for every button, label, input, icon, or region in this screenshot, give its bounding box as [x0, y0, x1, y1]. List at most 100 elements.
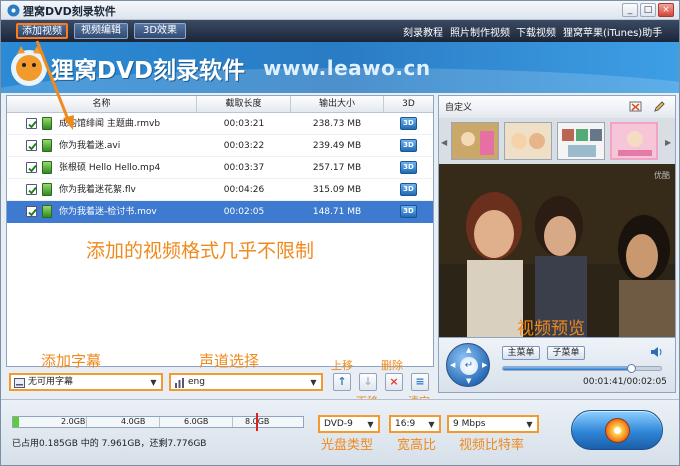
capacity-tick: 6.0GB [184, 417, 209, 426]
row-checkbox[interactable] [26, 118, 37, 129]
disc-type-value: DVD-9 [324, 419, 353, 429]
delete-button[interactable]: × [385, 373, 403, 391]
template-thumb-2[interactable] [504, 122, 552, 160]
scroll-right-icon[interactable]: ▶ [665, 138, 671, 147]
banner: 狸窝DVD刻录软件 www.leawo.cn [1, 42, 679, 93]
scroll-left-icon[interactable]: ◀ [441, 138, 447, 147]
maximize-button[interactable]: □ [640, 3, 656, 17]
volume-icon[interactable] [650, 346, 663, 358]
app-window: 狸窝DVD刻录软件 _ □ × 添加视频 视频编辑 3D效果 刻录教程 照片制作… [0, 0, 680, 466]
tab-add-video[interactable]: 添加视频 [16, 23, 68, 39]
file-name: 你为我着迷-检讨书.mov [59, 207, 157, 217]
video-file-icon [42, 139, 52, 152]
video-preview: 优酷 视频预览 [439, 164, 675, 340]
clear-button[interactable]: ≡ [411, 373, 429, 391]
3d-effect-icon[interactable]: 3D [400, 205, 417, 218]
move-up-button[interactable]: ↑ [333, 373, 351, 391]
template-name[interactable]: 自定义 [445, 100, 472, 113]
3d-effect-icon[interactable]: 3D [400, 161, 417, 174]
row-checkbox[interactable] [26, 162, 37, 173]
aspect-ratio-select[interactable]: 16:9 ▼ [389, 415, 441, 433]
table-row[interactable]: 你为我着迷.avi 00:03:22 239.49 MB 3D [7, 135, 433, 157]
chevron-down-icon: ▼ [150, 378, 157, 387]
chevron-down-icon: ▼ [526, 420, 533, 429]
app-logo-icon [7, 4, 20, 17]
close-button[interactable]: × [658, 3, 674, 17]
link-itunes-helper[interactable]: 狸窝苹果(iTunes)助手 [563, 24, 662, 39]
disc-burn-icon [605, 418, 630, 443]
bitrate-annotation: 视频比特率 [459, 438, 525, 453]
table-row[interactable]: 你为我着迷-检讨书.mov 00:02:05 148.71 MB 3D [7, 201, 433, 223]
chevron-down-icon: ▼ [367, 420, 374, 429]
bitrate-select[interactable]: 9 Mbps ▼ [447, 415, 539, 433]
audio-value: eng [188, 377, 205, 387]
navigation-pad[interactable]: ↵ ▲ ▼ ◀ ▶ [446, 343, 490, 387]
seek-handle[interactable] [627, 364, 636, 373]
col-name[interactable]: 名称 [7, 96, 197, 112]
link-photo-video[interactable]: 照片制作视频 [450, 24, 510, 39]
col-size[interactable]: 输出大小 [291, 96, 384, 112]
move-down-button[interactable]: ↓ [359, 373, 377, 391]
table-row[interactable]: 张根硕 Hello Hello.mp4 00:03:37 257.17 MB 3D [7, 157, 433, 179]
subtitle-icon [14, 378, 25, 388]
move-up-annotation: 上移 [331, 359, 353, 372]
video-file-icon [42, 161, 52, 174]
template-thumb-3[interactable] [557, 122, 605, 160]
file-duration: 00:02:05 [223, 207, 265, 217]
subtitle-value: 无可用字幕 [28, 377, 74, 387]
preview-panel: 自定义 ◀ ▶ 优酷 视频预览 [438, 95, 676, 367]
3d-effect-icon[interactable]: 3D [400, 183, 417, 196]
capacity-info: 已占用0.185GB 中的 7.961GB，还剩7.776GB [12, 439, 207, 449]
sub-menu-button[interactable]: 子菜单 [547, 346, 585, 360]
nav-right-icon[interactable]: ▶ [482, 361, 487, 369]
capacity-tick: 4.0GB [121, 417, 146, 426]
file-size: 315.09 MB [312, 185, 362, 195]
time-display: 00:01:41/00:02:05 [583, 377, 667, 387]
seek-slider[interactable] [502, 364, 662, 373]
3d-effect-icon[interactable]: 3D [400, 139, 417, 152]
row-checkbox[interactable] [26, 140, 37, 151]
table-row[interactable]: 你为我着迷花絮.flv 00:04:26 315.09 MB 3D [7, 179, 433, 201]
chevron-down-icon: ▼ [310, 378, 317, 387]
file-name: 你为我着迷花絮.flv [59, 185, 136, 195]
row-checkbox[interactable] [26, 184, 37, 195]
bottom-bar: 2.0GB 4.0GB 6.0GB 8.0GB 已占用0.185GB 中的 7.… [1, 399, 679, 465]
delete-annotation: 删除 [381, 359, 403, 372]
link-download-video[interactable]: 下载视频 [516, 24, 556, 39]
table-row[interactable]: 成均馆绯闻 主题曲.rmvb 00:03:21 238.73 MB 3D [7, 113, 433, 135]
disc-type-annotation: 光盘类型 [321, 438, 374, 453]
file-size: 257.17 MB [312, 163, 362, 173]
video-file-icon [42, 117, 52, 130]
tab-video-edit[interactable]: 视频编辑 [74, 23, 128, 39]
nav-up-icon[interactable]: ▲ [466, 346, 471, 354]
enter-icon[interactable]: ↵ [460, 357, 478, 375]
template-thumb-4[interactable] [610, 122, 658, 160]
remove-template-icon[interactable] [629, 100, 642, 113]
col-3d[interactable]: 3D [384, 96, 433, 112]
nav-down-icon[interactable]: ▼ [466, 377, 471, 385]
nav-left-icon[interactable]: ◀ [450, 361, 455, 369]
tab-3d-effect[interactable]: 3D效果 [134, 23, 186, 39]
3d-effect-icon[interactable]: 3D [400, 117, 417, 130]
capacity-limit-marker [256, 413, 258, 431]
burn-button[interactable] [571, 410, 663, 450]
banner-title: 狸窝DVD刻录软件 [51, 58, 245, 84]
subtitle-annotation: 添加字幕 [41, 352, 102, 370]
title-bar: 狸窝DVD刻录软件 _ □ × [1, 1, 679, 20]
row-checkbox[interactable] [26, 206, 37, 217]
preview-annotation: 视频预览 [517, 319, 585, 339]
col-duration[interactable]: 截取长度 [197, 96, 291, 112]
main-menu-button[interactable]: 主菜单 [502, 346, 540, 360]
template-thumb-1[interactable] [451, 122, 499, 160]
edit-template-icon[interactable] [653, 100, 666, 113]
subtitle-select[interactable]: 无可用字幕 ▼ [9, 373, 163, 391]
disc-type-select[interactable]: DVD-9 ▼ [318, 415, 380, 433]
audio-track-select[interactable]: eng ▼ [169, 373, 323, 391]
file-duration: 00:04:26 [223, 185, 265, 195]
file-name: 成均馆绯闻 主题曲.rmvb [59, 119, 161, 129]
minimize-button[interactable]: _ [622, 3, 638, 17]
link-burn-tutorial[interactable]: 刻录教程 [403, 24, 443, 39]
file-list-panel: 名称 截取长度 输出大小 3D 成均馆绯闻 主题曲.rmvb 00:03:21 23… [6, 95, 434, 367]
template-bar: 自定义 [439, 96, 675, 118]
banner-url: www.leawo.cn [263, 56, 431, 80]
